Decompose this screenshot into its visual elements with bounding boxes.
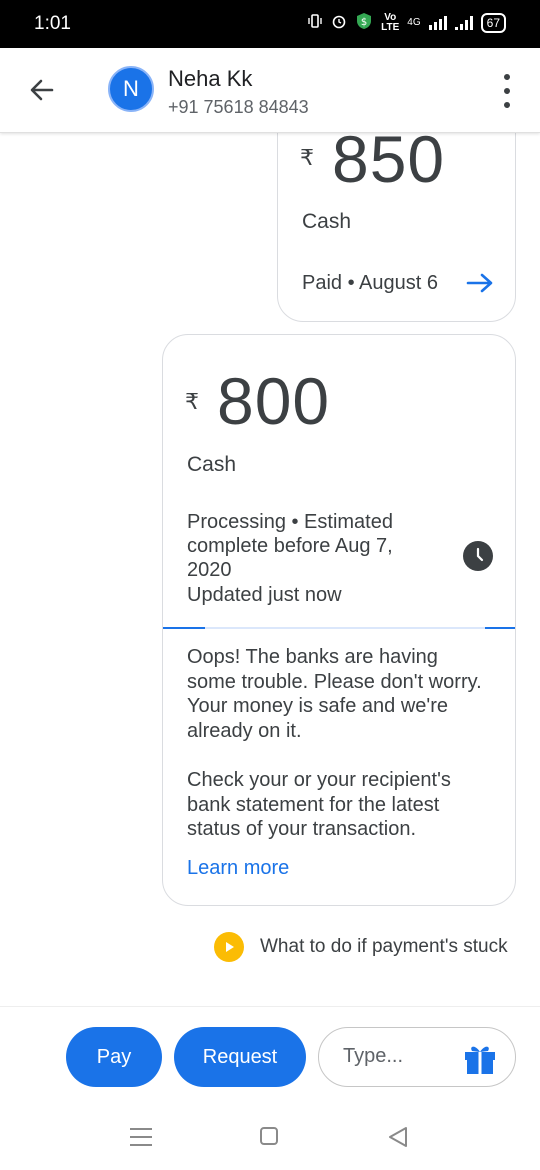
currency-symbol: ₹ <box>185 389 199 414</box>
payment-method: Cash <box>187 453 237 476</box>
status-bar: 1:01 $ Vo LTE 4G 67 <box>0 0 540 48</box>
learn-more-link[interactable]: Learn more <box>187 857 289 880</box>
network-type: 4G <box>407 17 421 28</box>
request-button[interactable]: Request <box>174 1027 306 1087</box>
nav-recents-icon[interactable] <box>130 1128 152 1146</box>
nav-back-icon[interactable] <box>387 1125 409 1154</box>
arrow-right-icon <box>466 273 493 293</box>
volte-indicator: Vo LTE <box>381 12 400 33</box>
view-details-button[interactable] <box>466 271 494 300</box>
play-icon <box>214 932 244 962</box>
contact-phone[interactable]: +91 75618 84843 <box>168 97 309 118</box>
payment-amount: 800 <box>217 364 331 438</box>
system-nav-bar <box>0 1106 540 1170</box>
pay-button[interactable]: Pay <box>66 1027 162 1087</box>
more-options-button[interactable] <box>496 74 518 108</box>
message-placeholder: Type... <box>343 1045 404 1067</box>
money-shield-icon: $ <box>355 12 373 33</box>
chat-header: N Neha Kk +91 75618 84843 <box>0 48 540 133</box>
back-button[interactable] <box>24 72 60 108</box>
status-time: 1:01 <box>34 13 71 34</box>
payment-card-800[interactable]: ₹ 800 Cash Processing • Estimated comple… <box>162 334 516 906</box>
contact-name[interactable]: Neha Kk <box>168 66 252 92</box>
payment-stuck-help[interactable]: What to do if payment's stuck <box>214 932 508 962</box>
status-icons: $ Vo LTE 4G 67 <box>307 12 506 33</box>
processing-progress-bar <box>163 627 515 629</box>
currency-symbol: ₹ <box>300 145 314 170</box>
clock-icon <box>463 541 493 571</box>
back-arrow-icon <box>30 79 54 101</box>
gift-button[interactable] <box>461 1040 499 1083</box>
vibrate-icon <box>307 13 323 32</box>
payment-status: Paid • August 6 <box>302 272 438 294</box>
payment-card-850[interactable]: ₹ 850 Cash Paid • August 6 <box>277 100 516 322</box>
payment-stuck-label: What to do if payment's stuck <box>260 936 508 957</box>
svg-text:$: $ <box>361 17 367 28</box>
bank-statement-notice: Check your or your recipient's bank stat… <box>187 769 451 840</box>
alarm-icon <box>331 13 347 32</box>
volte-bottom: LTE <box>381 21 400 33</box>
message-input[interactable]: Type... <box>318 1027 516 1087</box>
more-vert-icon <box>504 74 510 80</box>
avatar[interactable]: N <box>108 66 154 112</box>
signal-icon <box>428 15 447 30</box>
status-line-2: complete before Aug 7, <box>187 535 393 557</box>
bank-trouble-notice: Oops! The banks are having some trouble.… <box>187 646 482 742</box>
status-line-1: Processing • Estimated <box>187 511 393 533</box>
gift-icon <box>465 1046 495 1074</box>
nav-home-icon[interactable] <box>260 1127 278 1145</box>
battery-indicator: 67 <box>480 12 506 33</box>
signal-2-icon <box>454 15 473 30</box>
status-updated: Updated just now <box>187 584 342 606</box>
compose-bar: Pay Request Type... <box>0 1006 540 1107</box>
status-line-3: 2020 <box>187 559 232 581</box>
payment-method: Cash <box>302 210 352 233</box>
